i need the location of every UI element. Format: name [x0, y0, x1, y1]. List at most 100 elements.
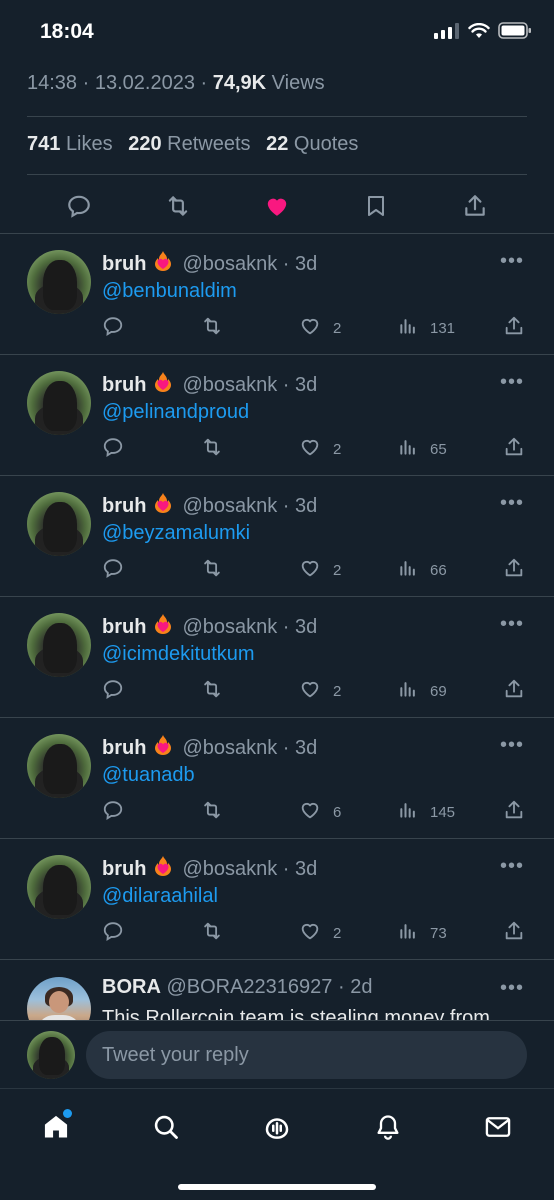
likes-stat[interactable]: 741 Likes	[27, 133, 113, 155]
views-button[interactable]: 66	[398, 556, 447, 584]
quotes-stat[interactable]: 22 Quotes	[266, 133, 358, 155]
reply-button[interactable]	[102, 556, 124, 584]
retweet-button[interactable]	[200, 798, 224, 826]
tab-notifications[interactable]	[368, 1107, 408, 1147]
avatar[interactable]	[27, 371, 91, 435]
author-handle[interactable]: @bosaknk	[182, 616, 277, 638]
author-name[interactable]: bruh	[102, 253, 146, 275]
like-button[interactable]	[257, 186, 297, 226]
reply-button[interactable]	[102, 798, 124, 826]
more-options-icon[interactable]: •••	[500, 492, 524, 515]
mention-link[interactable]: @beyzamalumki	[102, 522, 250, 545]
more-options-icon[interactable]: •••	[500, 734, 524, 757]
reply-button[interactable]	[102, 919, 124, 947]
more-options-icon[interactable]: •••	[500, 977, 524, 1000]
share-icon	[503, 799, 525, 825]
like-count: 2	[333, 440, 342, 458]
avatar[interactable]	[27, 492, 91, 556]
views-button[interactable]: 131	[398, 314, 455, 342]
reply-item[interactable]: bruh @bosaknk · 3d ••• @beyzamalumki 2 66	[0, 476, 554, 597]
author-handle[interactable]: @BORA22316927	[166, 976, 332, 998]
wifi-icon	[468, 22, 490, 38]
reply-item[interactable]: bruh @bosaknk · 3d ••• @dilaraahilal 2 73	[0, 839, 554, 960]
share-button[interactable]	[503, 677, 525, 705]
tab-messages[interactable]	[478, 1107, 518, 1147]
retweet-button[interactable]	[200, 556, 224, 584]
views-button[interactable]: 73	[398, 919, 447, 947]
reply-item[interactable]: bruh @bosaknk · 3d ••• @benbunaldim 2 131	[0, 234, 554, 355]
views-count[interactable]: 74,9K	[213, 72, 266, 94]
mention-link[interactable]: @tuanadb	[102, 764, 195, 787]
like-button[interactable]: 2	[299, 919, 341, 947]
divider	[27, 174, 527, 175]
avatar[interactable]	[27, 855, 91, 919]
retweet-button[interactable]	[200, 919, 224, 947]
author-name[interactable]: bruh	[102, 374, 146, 396]
author-name[interactable]: bruh	[102, 737, 146, 759]
like-button[interactable]: 2	[299, 677, 341, 705]
reply-item[interactable]: bruh @bosaknk · 3d ••• @tuanadb 6 145	[0, 718, 554, 839]
retweet-button[interactable]	[200, 677, 224, 705]
author-handle[interactable]: @bosaknk	[182, 253, 277, 275]
more-options-icon[interactable]: •••	[500, 371, 524, 394]
avatar[interactable]	[27, 734, 91, 798]
share-button[interactable]	[503, 556, 525, 584]
tab-spaces[interactable]	[257, 1107, 297, 1147]
like-button[interactable]: 2	[299, 314, 341, 342]
share-button[interactable]	[503, 919, 525, 947]
mention-link[interactable]: @pelinandproud	[102, 401, 249, 424]
reply-item[interactable]: bruh @bosaknk · 3d ••• @icimdekitutkum 2 69	[0, 597, 554, 718]
mention-link[interactable]: @icimdekitutkum	[102, 643, 255, 666]
author-handle[interactable]: @bosaknk	[182, 495, 277, 517]
views-icon	[398, 800, 418, 824]
retweet-button[interactable]	[200, 435, 224, 463]
mention-link[interactable]: @benbunaldim	[102, 280, 237, 303]
like-button[interactable]: 6	[299, 798, 341, 826]
author-name[interactable]: bruh	[102, 858, 146, 880]
author-handle[interactable]: @bosaknk	[182, 374, 277, 396]
views-button[interactable]: 145	[398, 798, 455, 826]
author-name[interactable]: BORA	[102, 976, 161, 998]
author-handle[interactable]: @bosaknk	[182, 858, 277, 880]
bookmark-button[interactable]	[356, 186, 396, 226]
home-indicator[interactable]	[178, 1184, 376, 1190]
more-options-icon[interactable]: •••	[500, 855, 524, 878]
retweet-button[interactable]	[158, 186, 198, 226]
author-name[interactable]: bruh	[102, 495, 146, 517]
more-options-icon[interactable]: •••	[500, 613, 524, 636]
tab-search[interactable]	[146, 1107, 186, 1147]
tab-home[interactable]	[36, 1107, 76, 1147]
author-name[interactable]: bruh	[102, 616, 146, 638]
mention-link[interactable]: @dilaraahilal	[102, 885, 218, 908]
avatar[interactable]	[27, 250, 91, 314]
more-options-icon[interactable]: •••	[500, 250, 524, 273]
reply-header: bruh @bosaknk · 3d	[102, 612, 317, 642]
author-handle[interactable]: @bosaknk	[182, 737, 277, 759]
share-button[interactable]	[455, 186, 495, 226]
like-button[interactable]: 2	[299, 556, 341, 584]
avatar[interactable]	[27, 613, 91, 677]
reply-button[interactable]	[102, 435, 124, 463]
retweets-stat[interactable]: 220 Retweets	[128, 133, 250, 155]
heart-icon	[299, 436, 321, 462]
views-count: 145	[430, 803, 456, 821]
like-button[interactable]: 2	[299, 435, 341, 463]
reply-header: bruh @bosaknk · 3d	[102, 854, 317, 884]
views-button[interactable]: 69	[398, 677, 447, 705]
reply-button[interactable]	[59, 186, 99, 226]
reply-input[interactable]: Tweet your reply	[86, 1031, 527, 1079]
retweet-button[interactable]	[200, 314, 224, 342]
like-count: 2	[333, 682, 342, 700]
reply-age: 3d	[295, 858, 318, 880]
share-button[interactable]	[503, 798, 525, 826]
reply-button[interactable]	[102, 677, 124, 705]
reply-age: 3d	[295, 495, 318, 517]
share-button[interactable]	[503, 314, 525, 342]
share-icon	[503, 678, 525, 704]
reply-button[interactable]	[102, 314, 124, 342]
reply-item[interactable]: bruh @bosaknk · 3d ••• @pelinandproud 2 65	[0, 355, 554, 476]
share-button[interactable]	[503, 435, 525, 463]
reply-icon	[102, 436, 124, 462]
views-button[interactable]: 65	[398, 435, 447, 463]
reply-header: BORA @BORA22316927 · 2d	[102, 976, 372, 999]
